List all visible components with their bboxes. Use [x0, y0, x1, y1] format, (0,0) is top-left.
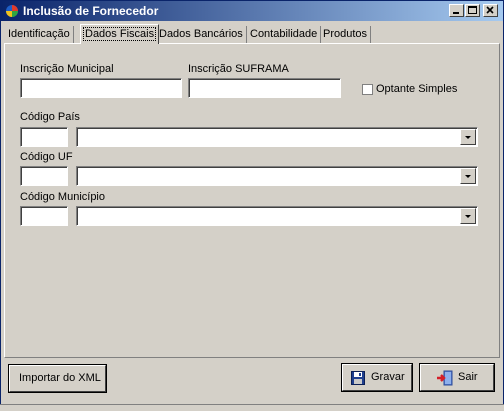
tab-produtos[interactable]: Produtos: [320, 26, 372, 43]
dados-fiscais-panel: Inscrição Municipal Inscrição SUFRAMA Op…: [4, 43, 500, 358]
codigo-uf-input[interactable]: [20, 166, 68, 186]
gravar-button[interactable]: Gravar: [342, 364, 412, 391]
pais-select[interactable]: [76, 127, 478, 147]
inscricao-suframa-input[interactable]: [188, 78, 341, 98]
tab-contabilidade[interactable]: Contabilidade: [247, 26, 322, 43]
tab-strip: Identificação Dados Fiscais Dados Bancár…: [3, 24, 501, 44]
window-title: Inclusão de Fornecedor: [23, 4, 159, 18]
tab-produtos-label: Produtos: [323, 28, 368, 40]
tab-dados-fiscais-label: Dados Fiscais: [82, 27, 157, 41]
optante-simples-checkbox[interactable]: [362, 84, 373, 95]
tab-identificacao-label: Identificação: [8, 28, 70, 40]
save-icon: [351, 371, 365, 385]
inscricao-municipal-label: Inscrição Municipal: [20, 63, 114, 75]
codigo-uf-label: Código UF: [20, 151, 73, 163]
close-icon: [486, 6, 494, 14]
sair-button[interactable]: Sair: [420, 364, 494, 391]
tab-dados-bancarios[interactable]: Dados Bancários: [156, 26, 247, 43]
minimize-icon: [453, 12, 459, 14]
municipio-select[interactable]: [76, 206, 478, 226]
tab-identificacao[interactable]: Identificação: [5, 26, 74, 43]
title-bar[interactable]: Inclusão de Fornecedor: [1, 1, 503, 21]
chevron-down-icon[interactable]: [460, 208, 476, 224]
optante-simples-label: Optante Simples: [376, 83, 458, 95]
app-icon: [6, 5, 18, 17]
uf-select[interactable]: [76, 166, 478, 186]
inscricao-suframa-label: Inscrição SUFRAMA: [188, 63, 289, 75]
maximize-button[interactable]: [465, 4, 480, 17]
exit-icon: [437, 370, 453, 386]
inscricao-municipal-input[interactable]: [20, 78, 182, 98]
codigo-municipio-input[interactable]: [20, 206, 68, 226]
importar-xml-label: Importar do XML: [19, 372, 101, 384]
minimize-button[interactable]: [449, 4, 464, 17]
codigo-municipio-label: Código Município: [20, 191, 105, 203]
codigo-pais-label: Código País: [20, 111, 80, 123]
tab-contabilidade-label: Contabilidade: [250, 28, 318, 40]
chevron-down-icon[interactable]: [460, 129, 476, 145]
chevron-down-icon[interactable]: [460, 168, 476, 184]
gravar-label: Gravar: [371, 371, 405, 383]
close-button[interactable]: [483, 4, 498, 17]
importar-xml-button[interactable]: Importar do XML: [9, 365, 106, 392]
maximize-icon: [468, 6, 477, 14]
tab-dados-fiscais[interactable]: Dados Fiscais: [80, 24, 160, 44]
fornecedor-window: Inclusão de Fornecedor Identificação Dad…: [0, 0, 504, 408]
tab-dados-bancarios-label: Dados Bancários: [159, 28, 243, 40]
sair-label: Sair: [458, 371, 478, 383]
codigo-pais-input[interactable]: [20, 127, 68, 147]
